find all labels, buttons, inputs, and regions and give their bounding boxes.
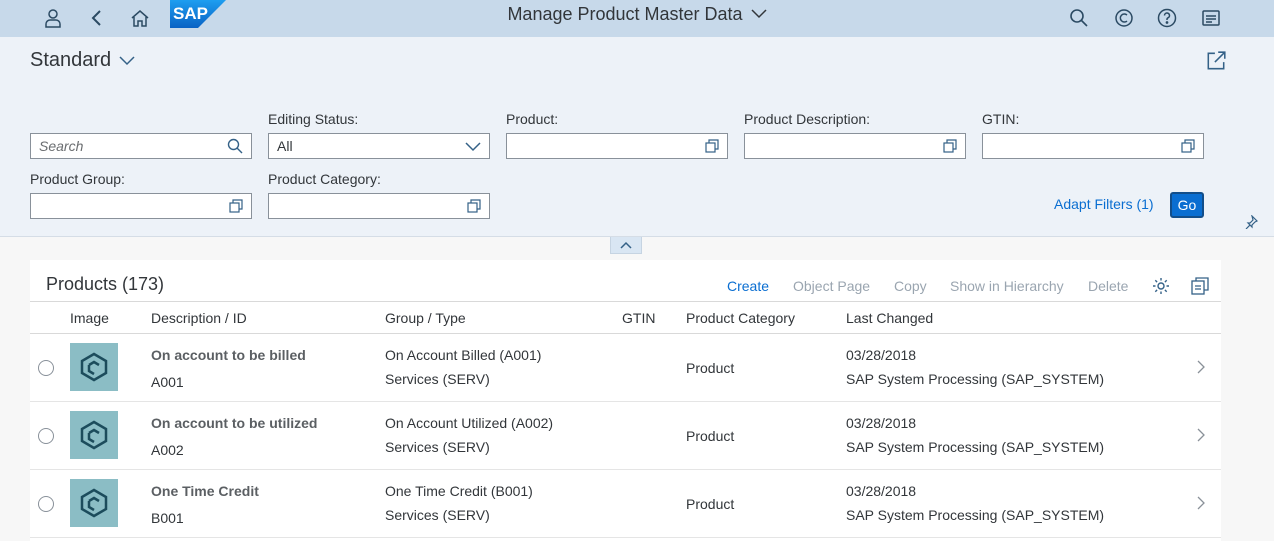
product-group-field[interactable] xyxy=(30,193,252,219)
product-description: One Time Credit xyxy=(151,483,259,499)
last-changed-by: SAP System Processing (SAP_SYSTEM) xyxy=(846,371,1105,387)
row-select-radio[interactable] xyxy=(38,428,54,444)
product-description: On account to be utilized xyxy=(151,415,318,431)
variant-selector[interactable]: Standard xyxy=(30,49,135,72)
product-group-label: Product Group: xyxy=(30,171,125,187)
app-title-menu[interactable]: Manage Product Master Data xyxy=(507,3,767,25)
go-button[interactable]: Go xyxy=(1170,192,1204,218)
table-header: Image Description / ID Group / Type GTIN… xyxy=(30,301,1221,334)
back-icon[interactable] xyxy=(82,3,112,33)
last-changed-date: 03/28/2018 xyxy=(846,415,917,431)
product-category: Product xyxy=(686,360,735,376)
object-page-button[interactable]: Object Page xyxy=(793,278,870,294)
row-select-radio[interactable] xyxy=(38,360,54,376)
chevron-right-icon[interactable] xyxy=(1195,428,1207,442)
gtin-field[interactable] xyxy=(982,133,1204,159)
search-input[interactable]: Search xyxy=(30,133,252,159)
product-category-field[interactable] xyxy=(268,193,490,219)
editing-status-select[interactable]: All xyxy=(268,133,490,159)
last-changed-by: SAP System Processing (SAP_SYSTEM) xyxy=(846,507,1105,523)
table-row[interactable]: On account to be utilized A002 On Accoun… xyxy=(30,402,1221,470)
product-group: One Time Credit (B001) xyxy=(385,483,533,499)
copilot-icon[interactable] xyxy=(1109,3,1139,33)
settings-icon[interactable] xyxy=(1151,276,1171,296)
product-field[interactable] xyxy=(506,133,728,159)
column-header-category[interactable]: Product Category xyxy=(686,310,795,326)
help-icon[interactable] xyxy=(1152,3,1182,33)
value-help-icon[interactable] xyxy=(943,139,957,153)
table-row[interactable]: On account to be billed A001 On Account … xyxy=(30,334,1221,402)
product-id: B001 xyxy=(151,510,184,526)
product-type: Services (SERV) xyxy=(385,507,490,523)
product-image xyxy=(70,411,118,459)
chevron-right-icon[interactable] xyxy=(1195,496,1207,510)
share-icon[interactable] xyxy=(1205,50,1227,72)
app-title: Manage Product Master Data xyxy=(507,3,743,24)
delete-button[interactable]: Delete xyxy=(1088,278,1128,294)
create-button[interactable]: Create xyxy=(727,278,769,294)
value-help-icon[interactable] xyxy=(467,199,481,213)
chevron-down-icon xyxy=(465,142,481,152)
value-help-icon[interactable] xyxy=(1181,139,1195,153)
collapse-header-button[interactable] xyxy=(610,237,642,254)
product-category-label: Product Category: xyxy=(268,171,381,187)
search-icon[interactable] xyxy=(227,138,243,154)
chevron-down-icon xyxy=(119,55,135,65)
variant-name: Standard xyxy=(30,49,112,71)
gtin-label: GTIN: xyxy=(982,111,1020,127)
product-image xyxy=(70,479,118,527)
last-changed-by: SAP System Processing (SAP_SYSTEM) xyxy=(846,439,1105,455)
column-header-description[interactable]: Description / ID xyxy=(151,310,247,326)
chevron-down-icon xyxy=(751,9,767,19)
table-row[interactable]: One Time Credit B001 One Time Credit (B0… xyxy=(30,470,1221,538)
copy-button[interactable]: Copy xyxy=(894,278,927,294)
search-icon[interactable] xyxy=(1064,3,1094,33)
product-category: Product xyxy=(686,428,735,444)
column-header-group[interactable]: Group / Type xyxy=(385,310,466,326)
column-header-gtin[interactable]: GTIN xyxy=(622,310,655,326)
chevron-right-icon[interactable] xyxy=(1195,360,1207,374)
product-icon xyxy=(80,420,108,450)
value-help-icon[interactable] xyxy=(229,199,243,213)
filter-header: Standard Search Editing Status: All Prod… xyxy=(0,37,1274,237)
export-icon[interactable] xyxy=(1190,276,1210,296)
shell-bar: SAP Manage Product Master Data xyxy=(0,0,1274,37)
home-icon[interactable] xyxy=(125,3,155,33)
adapt-filters-button[interactable]: Adapt Filters (1) xyxy=(1054,196,1154,212)
column-header-last-changed[interactable]: Last Changed xyxy=(846,310,933,326)
sap-logo[interactable]: SAP xyxy=(170,0,226,28)
editing-status-value: All xyxy=(277,138,293,154)
product-icon xyxy=(80,352,108,382)
value-help-icon[interactable] xyxy=(705,139,719,153)
product-image xyxy=(70,343,118,391)
pin-icon[interactable] xyxy=(1244,215,1258,229)
product-id: A002 xyxy=(151,442,184,458)
notifications-icon[interactable] xyxy=(1196,3,1226,33)
column-header-image[interactable]: Image xyxy=(70,310,109,326)
chevron-up-icon xyxy=(620,241,632,249)
product-group: On Account Billed (A001) xyxy=(385,347,542,363)
product-description-field[interactable] xyxy=(744,133,966,159)
last-changed-date: 03/28/2018 xyxy=(846,483,917,499)
products-table: Products (173) Create Object Page Copy S… xyxy=(30,260,1221,541)
search-placeholder: Search xyxy=(39,138,84,154)
user-icon[interactable] xyxy=(38,3,68,33)
table-title: Products (173) xyxy=(46,274,165,294)
editing-status-label: Editing Status: xyxy=(268,111,359,127)
product-icon xyxy=(80,488,108,518)
svg-text:SAP: SAP xyxy=(173,4,208,23)
product-group: On Account Utilized (A002) xyxy=(385,415,554,431)
row-select-radio[interactable] xyxy=(38,496,54,512)
product-id: A001 xyxy=(151,374,184,390)
product-label: Product: xyxy=(506,111,559,127)
product-description-label: Product Description: xyxy=(744,111,871,127)
last-changed-date: 03/28/2018 xyxy=(846,347,917,363)
product-category: Product xyxy=(686,496,735,512)
product-type: Services (SERV) xyxy=(385,439,490,455)
product-type: Services (SERV) xyxy=(385,371,490,387)
product-description: On account to be billed xyxy=(151,347,306,363)
show-in-hierarchy-button[interactable]: Show in Hierarchy xyxy=(950,278,1064,294)
